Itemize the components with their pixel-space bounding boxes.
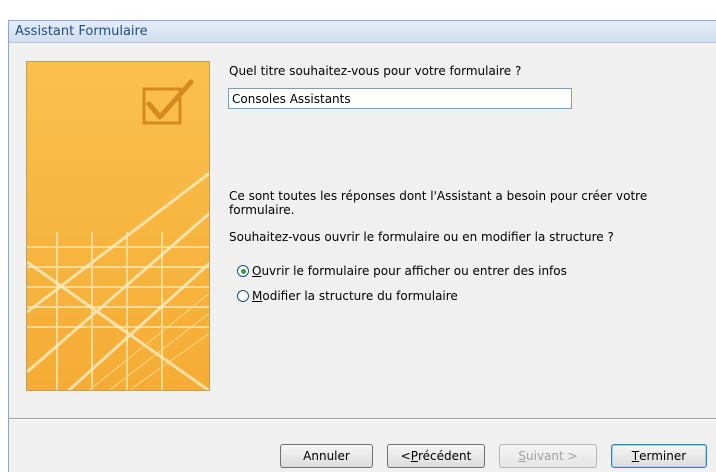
previous-button[interactable]: < Précédent [387,444,485,468]
title-bar: Assistant Formulaire [9,21,716,43]
window-title: Assistant Formulaire [15,24,148,39]
wizard-banner-image [26,61,210,391]
wizard-window: Assistant Formulaire Quel titre souhaite… [8,20,716,472]
next-button[interactable]: Suivant > [499,444,597,468]
footer-divider [9,418,716,420]
form-wizard-illustration [27,62,209,390]
radio-open-form-label: Ouvrir le formulaire pour afficher ou en… [252,264,567,278]
radio-unchecked-icon[interactable] [237,290,249,302]
cancel-button[interactable]: Annuler [280,444,373,468]
finish-button[interactable]: Terminer [611,444,707,468]
radio-checked-icon[interactable] [237,265,249,277]
radio-modify-structure-label: Modifier la structure du formulaire [252,289,458,303]
radio-open-form[interactable]: Ouvrir le formulaire pour afficher ou en… [237,264,567,278]
title-question-label: Quel titre souhaitez-vous pour votre for… [229,64,522,78]
open-or-modify-question: Souhaitez-vous ouvrir le formulaire ou e… [229,230,614,244]
form-title-input[interactable] [228,88,572,109]
info-text: Ce sont toutes les réponses dont l'Assis… [229,189,648,217]
radio-modify-structure[interactable]: Modifier la structure du formulaire [237,289,458,303]
